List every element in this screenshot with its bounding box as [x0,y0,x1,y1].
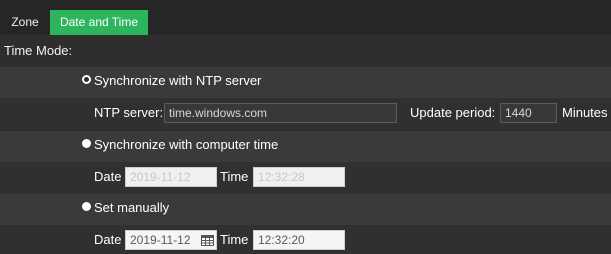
ntp-server-input[interactable]: time.windows.com [164,103,397,123]
tab-zone[interactable]: Zone [0,10,50,35]
computer-time-label: Time [220,169,249,184]
minutes-unit-label: Minutes [562,105,608,120]
manual-option-label[interactable]: Set manually [94,200,169,215]
computer-time-input: 12:32:28 [253,167,345,187]
manual-fields-row: Date 2019-11-12 Time 12:32:20 [0,225,611,254]
manual-time-label: Time [220,232,249,247]
manual-date-label: Date [94,232,122,247]
manual-time-input[interactable]: 12:32:20 [253,230,345,250]
ntp-option-row: Synchronize with NTP server [0,67,611,98]
update-period-label: Update period: [410,105,496,120]
calendar-icon[interactable] [201,234,214,246]
computer-date-label: Date [94,169,122,184]
computer-time-option-row: Synchronize with computer time [0,131,611,162]
ntp-radio[interactable] [82,75,91,84]
computer-date-input: 2019-11-12 [125,167,217,187]
manual-radio[interactable] [82,202,91,211]
update-period-input[interactable]: 1440 [500,103,557,123]
tab-bar: Zone Date and Time [0,0,611,35]
manual-option-row: Set manually [0,194,611,225]
ntp-option-label[interactable]: Synchronize with NTP server [94,73,261,88]
computer-time-radio[interactable] [82,139,91,148]
computer-time-option-label[interactable]: Synchronize with computer time [94,137,278,152]
tab-date-and-time[interactable]: Date and Time [50,10,148,35]
ntp-server-row: NTP server: time.windows.com Update peri… [0,98,611,129]
date-time-settings-panel: Zone Date and Time Time Mode: Synchroniz… [0,0,611,254]
ntp-server-label: NTP server: [94,105,164,120]
time-mode-title: Time Mode: [4,43,73,58]
computer-time-fields-row: Date 2019-11-12 Time 12:32:28 [0,162,611,193]
